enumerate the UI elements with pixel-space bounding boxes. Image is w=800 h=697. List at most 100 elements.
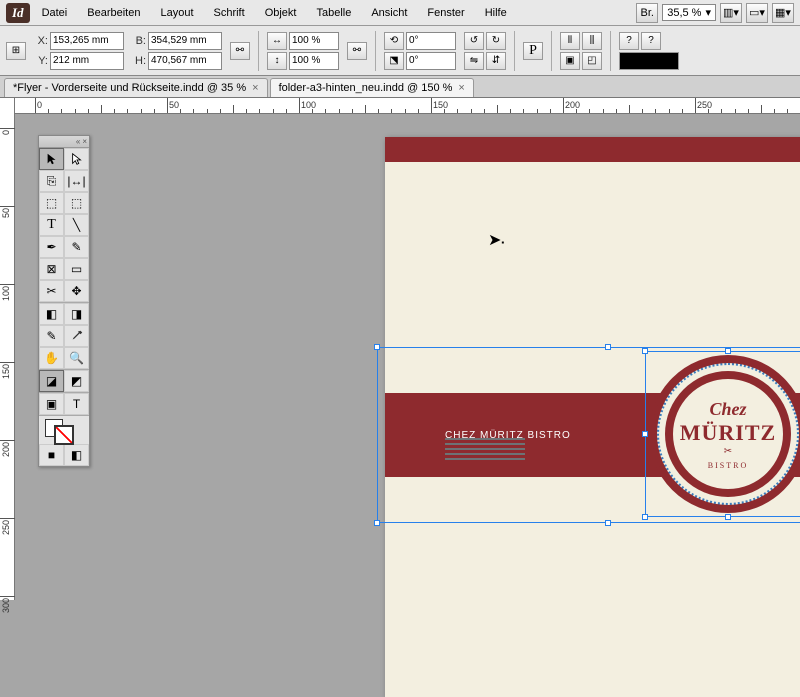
pencil-tool[interactable]: ✎ bbox=[64, 236, 89, 258]
rotate-ccw-icon[interactable]: ↺ bbox=[464, 32, 484, 50]
tools-panel[interactable]: «× ⎘ |↔| ⬚ ⬚ T ╲ ✒ ✎ ⊠ ▭ ✂ ✥ ◧ ◨ ✎ ✋ 🔍 ◪… bbox=[38, 135, 90, 467]
gradient-swatch-tool[interactable]: ◧ bbox=[39, 303, 64, 325]
document-canvas[interactable]: CHEZ MÜRITZ BISTRO Chez MÜRITZ ✂ BISTRO bbox=[15, 114, 800, 600]
vertical-ruler[interactable]: 050100150200250300 bbox=[0, 98, 15, 600]
selection-handle[interactable] bbox=[374, 344, 380, 350]
content-collector-tool[interactable]: ⬚ bbox=[39, 192, 64, 214]
help2-icon[interactable]: ? bbox=[641, 32, 661, 50]
tab-label: *Flyer - Vorderseite und Rückseite.indd … bbox=[13, 82, 246, 94]
fill-stroke-swatch[interactable] bbox=[39, 416, 89, 444]
help-icon[interactable]: ? bbox=[619, 32, 639, 50]
zoom-value: 35,5 % bbox=[667, 7, 701, 19]
note-tool[interactable]: ✎ bbox=[39, 325, 64, 347]
collapse-icon[interactable]: « bbox=[76, 137, 80, 146]
apply-gradient[interactable]: ◧ bbox=[64, 444, 89, 466]
x-label: X: bbox=[34, 35, 48, 47]
page[interactable]: CHEZ MÜRITZ BISTRO Chez MÜRITZ ✂ BISTRO bbox=[385, 137, 800, 697]
flip-h-icon[interactable]: ⇋ bbox=[464, 52, 484, 70]
rectangle-tool[interactable]: ▭ bbox=[64, 258, 89, 280]
view-options-button[interactable]: ▥▾ bbox=[720, 3, 742, 23]
stroke-swatch[interactable] bbox=[55, 426, 73, 444]
menu-schrift[interactable]: Schrift bbox=[206, 4, 253, 22]
line-tool[interactable]: ╲ bbox=[64, 214, 89, 236]
tab-folder[interactable]: folder-a3-hinten_neu.indd @ 150 % × bbox=[270, 78, 474, 97]
default-fill-stroke[interactable]: ◩ bbox=[64, 370, 89, 392]
y-label: Y: bbox=[34, 55, 48, 67]
type-tool[interactable]: T bbox=[39, 214, 64, 236]
menu-layout[interactable]: Layout bbox=[152, 4, 201, 22]
menu-fenster[interactable]: Fenster bbox=[419, 4, 472, 22]
eyedropper-tool[interactable] bbox=[64, 325, 89, 347]
app-logo: Id bbox=[6, 3, 30, 23]
horizontal-ruler[interactable]: 050100150200250 bbox=[15, 98, 800, 114]
x-field[interactable] bbox=[50, 32, 124, 50]
chevron-down-icon: ▾ bbox=[705, 6, 711, 19]
formatting-container[interactable]: ▣ bbox=[39, 393, 64, 415]
selection-handle[interactable] bbox=[374, 520, 380, 526]
selection-handle[interactable] bbox=[605, 520, 611, 526]
rectangle-frame-tool[interactable]: ⊠ bbox=[39, 258, 64, 280]
page-tool[interactable]: ⎘ bbox=[39, 170, 64, 192]
group-selection-box bbox=[377, 347, 800, 523]
tab-flyer[interactable]: *Flyer - Vorderseite und Rückseite.indd … bbox=[4, 78, 268, 97]
close-icon[interactable]: × bbox=[252, 82, 258, 94]
scale-y-icon: ↕ bbox=[267, 52, 287, 70]
scale-x-icon: ↔ bbox=[267, 32, 287, 50]
menu-bearbeiten[interactable]: Bearbeiten bbox=[79, 4, 148, 22]
rotate-cw-icon[interactable]: ↻ bbox=[486, 32, 506, 50]
formatting-text[interactable]: T bbox=[64, 393, 89, 415]
pen-tool[interactable]: ✒ bbox=[39, 236, 64, 258]
constrain-wh-icon[interactable]: ⚯ bbox=[230, 42, 250, 60]
direct-selection-tool[interactable] bbox=[64, 148, 89, 170]
menu-datei[interactable]: Datei bbox=[34, 4, 76, 22]
zoom-level-field[interactable]: 35,5 % ▾ bbox=[662, 4, 716, 21]
bridge-button[interactable]: Br. bbox=[636, 3, 658, 23]
free-transform-tool[interactable]: ✥ bbox=[64, 280, 89, 302]
reference-point-proxy[interactable]: ⊞ bbox=[6, 42, 26, 60]
document-tabs: *Flyer - Vorderseite und Rückseite.indd … bbox=[0, 76, 800, 98]
zoom-tool[interactable]: 🔍 bbox=[64, 347, 89, 369]
scale-x-field[interactable] bbox=[289, 32, 339, 50]
hand-tool[interactable]: ✋ bbox=[39, 347, 64, 369]
menu-objekt[interactable]: Objekt bbox=[257, 4, 305, 22]
menu-tabelle[interactable]: Tabelle bbox=[308, 4, 359, 22]
align-icon[interactable]: ⫴ bbox=[560, 32, 580, 50]
tab-label: folder-a3-hinten_neu.indd @ 150 % bbox=[279, 82, 453, 94]
menu-bar: Id Datei Bearbeiten Layout Schrift Objek… bbox=[0, 0, 800, 26]
corner-icon[interactable]: ◰ bbox=[582, 52, 602, 70]
y-field[interactable] bbox=[50, 52, 124, 70]
close-icon[interactable]: × bbox=[82, 137, 87, 146]
wrap-icon[interactable]: ▣ bbox=[560, 52, 580, 70]
bridge-label: Br. bbox=[640, 7, 653, 19]
distribute-icon[interactable]: ⫼ bbox=[582, 32, 602, 50]
gap-tool[interactable]: |↔| bbox=[64, 170, 89, 192]
close-icon[interactable]: × bbox=[458, 82, 464, 94]
width-field[interactable] bbox=[148, 32, 222, 50]
stroke-swatch[interactable] bbox=[619, 52, 679, 70]
selection-handle[interactable] bbox=[605, 344, 611, 350]
rotate-field[interactable] bbox=[406, 32, 456, 50]
scissors-tool[interactable]: ✂ bbox=[39, 280, 64, 302]
gradient-feather-tool[interactable]: ◨ bbox=[64, 303, 89, 325]
selection-tool[interactable] bbox=[39, 148, 64, 170]
arrange-button[interactable]: ▦▾ bbox=[772, 3, 794, 23]
shear-field[interactable] bbox=[406, 52, 456, 70]
screen-mode-button[interactable]: ▭▾ bbox=[746, 3, 768, 23]
tools-panel-header[interactable]: «× bbox=[39, 136, 89, 148]
control-panel: ⊞ X: Y: B: H: ⚯ ↔ ↕ ⚯ ⟲ ⬔ ↺↻ ⇋⇵ P ⫴⫼ ▣◰ … bbox=[0, 26, 800, 76]
character-panel-icon[interactable]: P bbox=[523, 42, 543, 60]
fill-stroke-toggle[interactable]: ◪ bbox=[39, 370, 64, 392]
flip-v-icon[interactable]: ⇵ bbox=[486, 52, 506, 70]
scale-y-field[interactable] bbox=[289, 52, 339, 70]
rotate-icon: ⟲ bbox=[384, 32, 404, 50]
menu-hilfe[interactable]: Hilfe bbox=[477, 4, 515, 22]
content-placer-tool[interactable]: ⬚ bbox=[64, 192, 89, 214]
apply-color[interactable]: ■ bbox=[39, 444, 64, 466]
constrain-scale-icon[interactable]: ⚯ bbox=[347, 42, 367, 60]
page-header-strip bbox=[385, 137, 800, 162]
shear-icon: ⬔ bbox=[384, 52, 404, 70]
h-label: H: bbox=[132, 55, 146, 67]
w-label: B: bbox=[132, 35, 146, 47]
menu-ansicht[interactable]: Ansicht bbox=[363, 4, 415, 22]
height-field[interactable] bbox=[148, 52, 222, 70]
